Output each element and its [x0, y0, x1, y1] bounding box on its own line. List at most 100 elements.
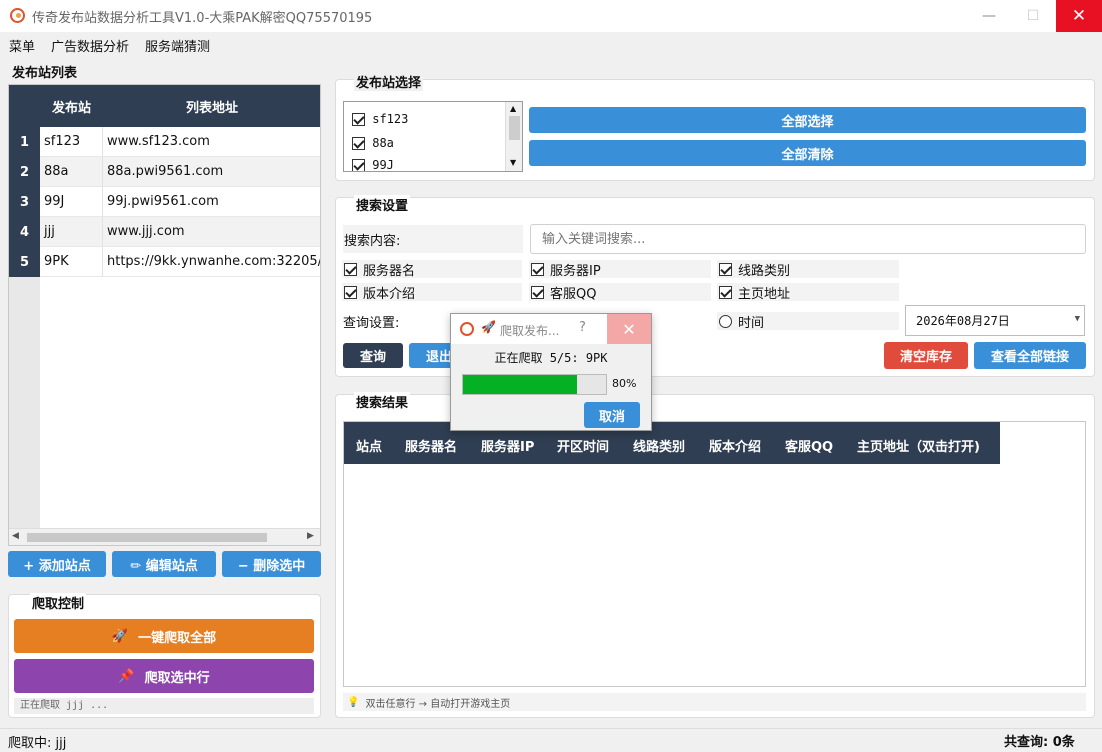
search-settings-label: 搜索设置 — [354, 195, 411, 214]
crawl-all-button[interactable]: 🚀 一键爬取全部 — [14, 619, 314, 653]
checkbox[interactable] — [352, 113, 365, 126]
scroll-right-icon[interactable]: ▶ — [307, 531, 314, 541]
query-button[interactable]: 查询 — [343, 343, 403, 368]
row-number: 1 — [9, 127, 40, 157]
checkbox[interactable] — [719, 262, 732, 276]
field-homepage[interactable]: 主页地址 — [717, 283, 899, 302]
column-header-open-time[interactable]: 开区时间 — [557, 436, 609, 455]
column-header-site[interactable]: 站点 — [356, 436, 382, 455]
minimize-button[interactable]: — — [966, 0, 1012, 32]
row-number: 3 — [9, 187, 40, 217]
clear-inventory-button[interactable]: 清空库存 — [884, 342, 968, 369]
row-number: 5 — [9, 247, 40, 277]
status-left: 爬取中: jjj — [8, 736, 67, 751]
site-select-label: 发布站选择 — [354, 72, 424, 91]
search-results-label: 搜索结果 — [354, 392, 411, 411]
url-cell[interactable]: www.jjj.com — [103, 217, 320, 247]
select-all-button[interactable]: 全部选择 — [529, 107, 1086, 133]
delete-selected-button[interactable]: − 删除选中 — [222, 551, 321, 577]
site-list-label: 发布站列表 — [12, 66, 78, 81]
scroll-thumb[interactable] — [27, 533, 267, 542]
site-cell[interactable]: jjj — [40, 217, 103, 247]
crawl-progress-dialog[interactable]: 🚀 爬取发布... ? ✕ 正在爬取 5/5: 9PK 80% 取消 — [450, 313, 652, 431]
site-cell[interactable]: 99J — [40, 187, 103, 217]
column-header-line-type[interactable]: 线路类别 — [633, 436, 685, 455]
site-check-item[interactable]: 99J — [352, 158, 394, 171]
dropdown-arrow-icon[interactable]: ▼ — [1075, 314, 1080, 324]
menu-main[interactable]: 菜单 — [9, 36, 35, 55]
pin-icon: 📌 — [118, 668, 135, 684]
checkbox[interactable] — [352, 137, 365, 150]
maximize-button[interactable]: ☐ — [1010, 0, 1056, 32]
status-right: 共查询: 0条 — [1004, 735, 1075, 750]
progress-message: 正在爬取 5/5: 9PK — [494, 351, 608, 365]
search-input[interactable] — [530, 224, 1086, 254]
checkbox[interactable] — [719, 285, 732, 299]
crawl-selected-button[interactable]: 📌 爬取选中行 — [14, 659, 314, 693]
progress-percent: 80% — [612, 377, 637, 390]
field-version[interactable]: 版本介绍 — [342, 283, 522, 302]
column-header-server-name[interactable]: 服务器名 — [405, 436, 457, 455]
window-title: 传奇发布站数据分析工具V1.0-大乘PAK解密QQ75570195 — [32, 11, 373, 26]
edit-site-button[interactable]: ✏ 编辑站点 — [112, 551, 216, 577]
url-cell[interactable]: https://9kk.ynwanhe.com:32205/ — [103, 247, 320, 277]
column-header-site[interactable]: 发布站 — [40, 85, 103, 127]
radio-button[interactable] — [719, 314, 732, 328]
field-server-ip[interactable]: 服务器IP — [529, 260, 711, 279]
time-option[interactable]: 时间 — [717, 312, 899, 331]
crawl-all-label: 一键爬取全部 — [138, 630, 217, 646]
crawl-control-label: 爬取控制 — [30, 593, 87, 612]
column-header-url[interactable]: 列表地址 — [103, 85, 320, 127]
column-header-server-ip[interactable]: 服务器IP — [481, 436, 534, 455]
column-header-homepage[interactable]: 主页地址（双击打开) — [857, 436, 980, 455]
site-cell[interactable]: 9PK — [40, 247, 103, 277]
scroll-thumb[interactable] — [509, 116, 520, 140]
view-all-links-button[interactable]: 查看全部链接 — [974, 342, 1086, 369]
clear-all-button[interactable]: 全部清除 — [529, 140, 1086, 166]
field-server-name[interactable]: 服务器名 — [342, 260, 522, 279]
field-service-qq[interactable]: 客服QQ — [529, 283, 711, 302]
app-logo-icon — [10, 8, 25, 23]
progress-bar — [462, 374, 607, 395]
url-cell[interactable]: 99j.pwi9561.com — [103, 187, 320, 217]
cancel-button[interactable]: 取消 — [584, 402, 640, 428]
site-table[interactable]: 发布站 列表地址 1 sf123 www.sf123.com 2 88a 88a… — [8, 84, 321, 546]
close-button[interactable]: ✕ — [1056, 0, 1102, 32]
scroll-left-icon[interactable]: ◀ — [12, 531, 19, 541]
row-number: 4 — [9, 217, 40, 247]
dialog-close-button[interactable]: ✕ — [607, 314, 651, 344]
status-bar — [0, 728, 1102, 752]
field-line-type[interactable]: 线路类别 — [717, 260, 899, 279]
scroll-down-icon[interactable]: ▼ — [510, 158, 516, 167]
search-content-label: 搜索内容: — [343, 225, 523, 253]
row-header-filler — [9, 277, 40, 545]
results-hint: 💡 双击任意行 → 自动打开游戏主页 — [343, 693, 1086, 711]
checkbox[interactable] — [531, 285, 544, 299]
menu-server-guess[interactable]: 服务端猜测 — [145, 36, 210, 55]
site-check-item[interactable]: 88a — [352, 136, 394, 150]
progress-fill — [463, 375, 578, 394]
site-cell[interactable]: 88a — [40, 157, 103, 187]
rocket-icon: 🚀 — [111, 628, 129, 644]
horizontal-scrollbar[interactable]: ◀ ▶ — [9, 528, 320, 545]
add-site-button[interactable]: + 添加站点 — [8, 551, 106, 577]
scroll-up-icon[interactable]: ▲ — [510, 104, 516, 113]
url-cell[interactable]: www.sf123.com — [103, 127, 320, 157]
table-corner — [9, 85, 40, 127]
crawl-selected-label: 爬取选中行 — [144, 670, 210, 686]
column-header-service-qq[interactable]: 客服QQ — [785, 436, 833, 455]
checkbox[interactable] — [344, 262, 357, 276]
column-header-version[interactable]: 版本介绍 — [709, 436, 761, 455]
vertical-scrollbar[interactable]: ▲ ▼ — [505, 102, 522, 171]
help-button[interactable]: ? — [579, 320, 586, 335]
site-checklist[interactable]: sf123 88a 99J ▲ ▼ — [343, 101, 523, 172]
row-number: 2 — [9, 157, 40, 187]
url-cell[interactable]: 88a.pwi9561.com — [103, 157, 320, 187]
checkbox[interactable] — [344, 285, 357, 299]
menu-ad-analysis[interactable]: 广告数据分析 — [51, 36, 129, 55]
checkbox[interactable] — [352, 159, 365, 171]
date-picker[interactable]: 2026年08月27日 ▼ — [905, 305, 1085, 336]
site-check-item[interactable]: sf123 — [352, 112, 408, 126]
checkbox[interactable] — [531, 262, 544, 276]
site-cell[interactable]: sf123 — [40, 127, 103, 157]
